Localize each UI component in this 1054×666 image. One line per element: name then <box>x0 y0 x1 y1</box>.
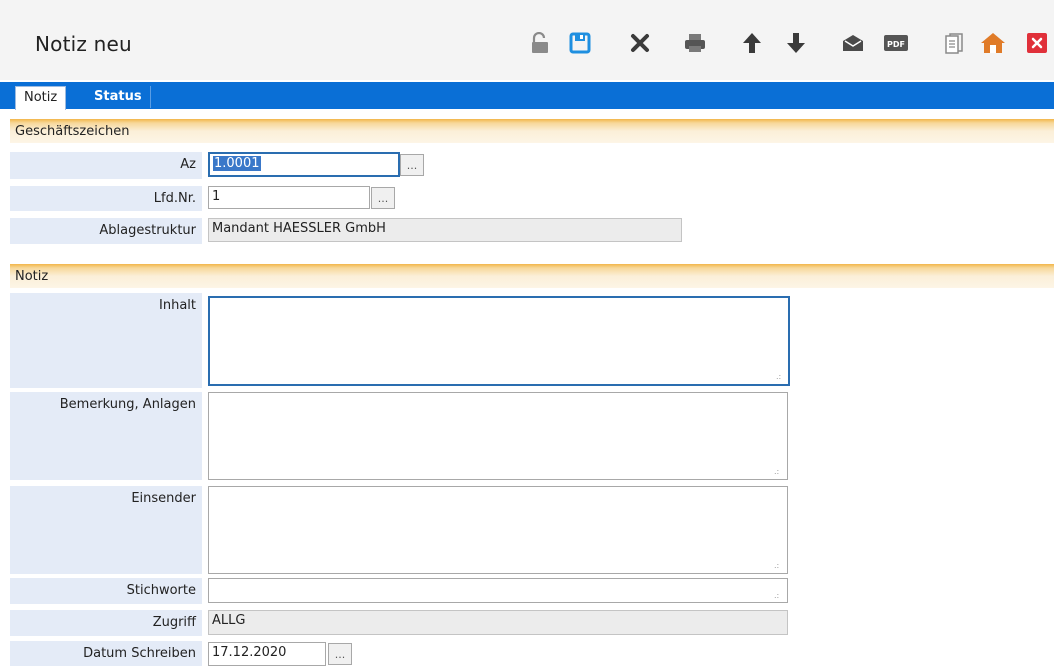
datum-schreiben-label: Datum Schreiben <box>10 641 202 666</box>
az-value: 1.0001 <box>213 156 261 171</box>
pdf-icon-label: PDF <box>887 40 905 49</box>
row-zugriff: Zugriff ALLG <box>10 610 1054 636</box>
az-label: Az <box>10 152 202 179</box>
stichworte-resize-handle[interactable]: .: <box>774 592 779 602</box>
lfdnr-label: Lfd.Nr. <box>10 186 202 211</box>
einsender-resize-handle[interactable]: .: <box>774 562 779 572</box>
inhalt-textarea[interactable] <box>208 296 790 386</box>
zugriff-label: Zugriff <box>10 610 202 636</box>
az-field[interactable]: 1.0001 <box>208 152 400 177</box>
bemerkung-label: Bemerkung, Anlagen <box>10 392 202 480</box>
toolbar: PDF <box>0 30 1054 56</box>
datum-schreiben-field[interactable]: 17.12.2020 <box>208 642 326 666</box>
einsender-textarea[interactable] <box>208 486 788 574</box>
save-icon[interactable] <box>568 30 592 56</box>
stichworte-label: Stichworte <box>10 578 202 604</box>
tab-status[interactable]: Status <box>86 86 151 108</box>
row-ablagestruktur: Ablagestruktur Mandant HAESSLER GmbH <box>10 218 1054 244</box>
unlock-icon[interactable] <box>528 30 552 56</box>
einsender-label: Einsender <box>10 486 202 574</box>
mail-icon[interactable] <box>841 30 865 56</box>
lfdnr-lookup-button[interactable]: ... <box>371 187 395 209</box>
stichworte-field[interactable] <box>208 578 788 603</box>
row-az: Az 1.0001 ... <box>10 152 1054 179</box>
row-datum-schreiben: Datum Schreiben 17.12.2020 ... <box>10 641 1054 666</box>
section-header-geschaeftszeichen: Geschäftszeichen <box>10 119 1054 143</box>
row-inhalt: Inhalt .: <box>10 293 1054 388</box>
tab-bar: Notiz Status <box>0 82 1054 110</box>
inhalt-resize-handle[interactable]: .: <box>776 373 781 386</box>
pdf-icon[interactable]: PDF <box>882 30 910 56</box>
row-bemerkung: Bemerkung, Anlagen .: <box>10 392 1054 480</box>
inhalt-label: Inhalt <box>10 293 202 388</box>
datum-picker-button[interactable]: ... <box>328 643 352 665</box>
delete-icon[interactable] <box>628 30 652 56</box>
az-lookup-button[interactable]: ... <box>400 154 424 176</box>
ablagestruktur-field: Mandant HAESSLER GmbH <box>208 218 682 242</box>
bemerkung-resize-handle[interactable]: .: <box>774 468 779 478</box>
home-icon[interactable] <box>980 30 1006 56</box>
document-icon[interactable] <box>943 30 965 56</box>
close-icon[interactable] <box>1025 30 1049 56</box>
arrow-down-icon[interactable] <box>785 30 807 56</box>
zugriff-field: ALLG <box>208 610 788 635</box>
row-stichworte: Stichworte .: <box>10 578 1054 604</box>
ablagestruktur-label: Ablagestruktur <box>10 218 202 244</box>
section-header-notiz: Notiz <box>10 264 1054 288</box>
lfdnr-field[interactable]: 1 <box>208 186 370 209</box>
row-lfdnr: Lfd.Nr. 1 ... <box>10 186 1054 211</box>
row-einsender: Einsender .: <box>10 486 1054 574</box>
bemerkung-textarea[interactable] <box>208 392 788 480</box>
arrow-up-icon[interactable] <box>741 30 763 56</box>
print-icon[interactable] <box>682 30 708 56</box>
tab-notiz[interactable]: Notiz <box>15 86 67 110</box>
